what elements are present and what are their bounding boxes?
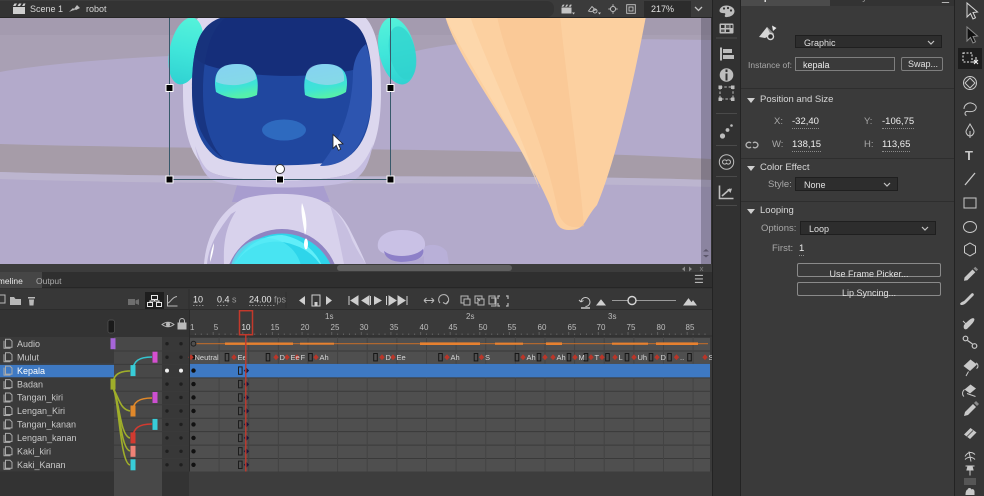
svg-text:2s: 2s	[466, 312, 474, 321]
svg-text:3s: 3s	[608, 312, 616, 321]
svg-text:L: L	[619, 353, 623, 362]
svg-text:20: 20	[301, 323, 310, 332]
svg-text:Ah: Ah	[527, 353, 536, 362]
svg-text:30: 30	[360, 323, 369, 332]
svg-text:Mulut: Mulut	[17, 352, 40, 362]
svg-text:T: T	[595, 353, 600, 362]
svg-text:Ee: Ee	[291, 353, 300, 362]
svg-text:S: S	[485, 353, 490, 362]
svg-text:10: 10	[193, 295, 203, 305]
svg-text:Audio: Audio	[17, 339, 40, 349]
svg-text:65: 65	[568, 323, 577, 332]
svg-text:45: 45	[449, 323, 458, 332]
svg-text:Kaki_Kanan: Kaki_Kanan	[17, 460, 66, 470]
svg-text:15: 15	[271, 323, 280, 332]
svg-text:Kaki_kiri: Kaki_kiri	[17, 447, 51, 457]
svg-text:D: D	[661, 353, 667, 362]
svg-text:Neutral: Neutral	[195, 353, 220, 362]
svg-text:T: T	[965, 148, 973, 163]
svg-text:Kepala: Kepala	[17, 366, 45, 376]
svg-text:55: 55	[508, 323, 517, 332]
svg-text:85: 85	[686, 323, 695, 332]
svg-text:40: 40	[420, 323, 429, 332]
svg-text:24.00 fps: 24.00 fps	[249, 295, 287, 305]
svg-text:F: F	[301, 353, 306, 362]
svg-text:Ah: Ah	[451, 353, 460, 362]
svg-text:70: 70	[597, 323, 606, 332]
svg-text:75: 75	[627, 323, 636, 332]
svg-text:5: 5	[214, 323, 219, 332]
svg-text:Ah: Ah	[557, 353, 566, 362]
svg-text:35: 35	[390, 323, 399, 332]
svg-text:Badan: Badan	[17, 379, 43, 389]
svg-text:D: D	[280, 353, 286, 362]
svg-text:1s: 1s	[325, 312, 333, 321]
svg-text:10: 10	[242, 323, 251, 332]
svg-text:..: ..	[680, 353, 684, 362]
svg-text:Ah: Ah	[320, 353, 329, 362]
svg-text:50: 50	[479, 323, 488, 332]
svg-text:M: M	[579, 353, 585, 362]
svg-text:Tangan_kanan: Tangan_kanan	[17, 420, 76, 430]
svg-text:60: 60	[538, 323, 547, 332]
svg-text:25: 25	[331, 323, 340, 332]
svg-text:Lengan_kanan: Lengan_kanan	[17, 433, 77, 443]
svg-text:80: 80	[657, 323, 666, 332]
svg-text:0.4 s: 0.4 s	[217, 295, 237, 305]
svg-text:Tangan_kiri: Tangan_kiri	[17, 393, 63, 403]
svg-text:Uh: Uh	[638, 353, 648, 362]
svg-text:Lengan_Kiri: Lengan_Kiri	[17, 406, 65, 416]
svg-text:1: 1	[190, 323, 195, 332]
svg-text:D: D	[386, 353, 392, 362]
svg-text:Ee: Ee	[397, 353, 406, 362]
